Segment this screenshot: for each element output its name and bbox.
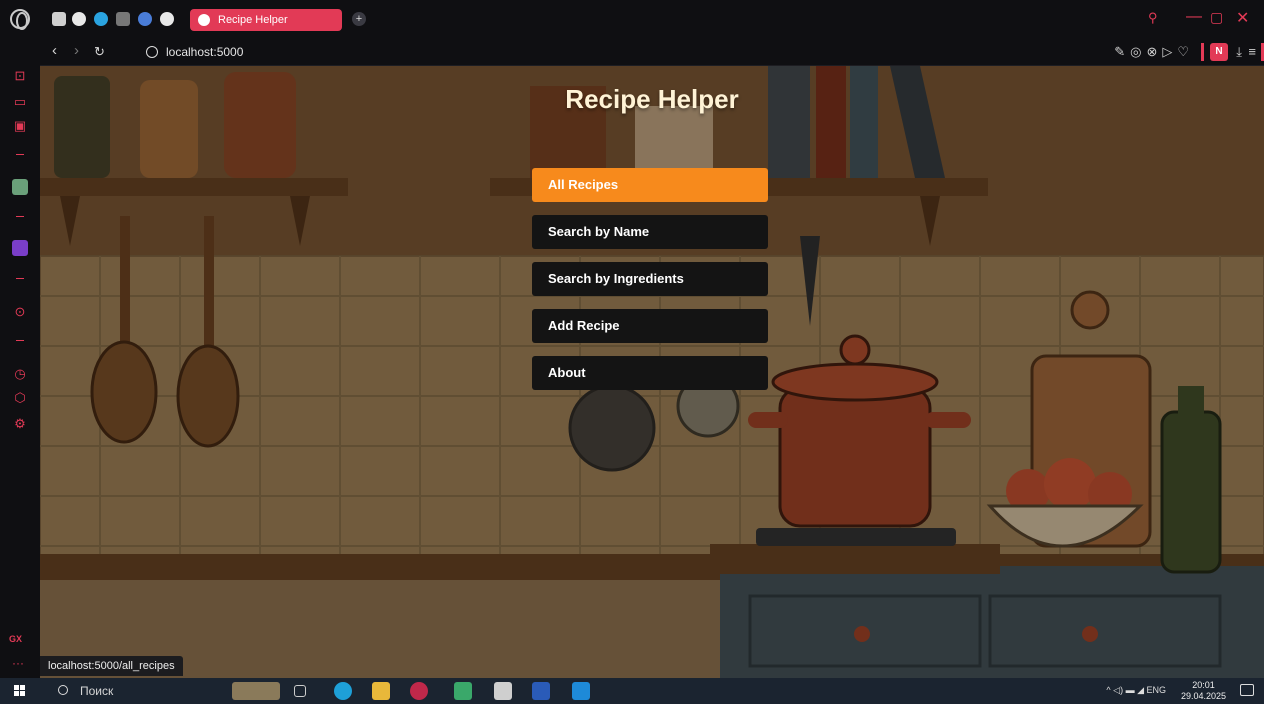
opera-gx-taskbar-icon[interactable]: [410, 682, 428, 700]
notification-center-icon[interactable]: [1240, 684, 1254, 696]
toolbar-accent-bar: [1201, 43, 1204, 61]
browser-sidebar: ⊡ ▭ ▣ ⊙ ◷ ⬡ ⚙ GX ···: [0, 38, 40, 678]
sidebar-cleaner-icon[interactable]: ▣: [12, 118, 28, 134]
browser-tab-strip: Recipe Helper + ⚲ — ▢ ✕: [0, 0, 1264, 38]
windows-taskbar: Поиск ^ ◁) ▬ ◢ ENG 20:01 29.04.2025: [0, 678, 1264, 704]
tab-favicon-icon: [198, 14, 210, 26]
taskbar-clock[interactable]: 20:01 29.04.2025: [1181, 680, 1226, 702]
url-field[interactable]: localhost:5000: [166, 45, 243, 59]
menu-icon[interactable]: ≡: [1248, 44, 1256, 59]
toolbar-icons[interactable]: ✎◎⊗▷♡: [1114, 44, 1194, 60]
site-info-icon[interactable]: [146, 46, 158, 58]
close-icon[interactable]: ✕: [1236, 8, 1249, 28]
tray-icons[interactable]: ^ ◁) ▬ ◢: [1106, 685, 1144, 696]
maximize-icon[interactable]: ▢: [1210, 9, 1223, 26]
search-tabs-icon[interactable]: ⚲: [1148, 10, 1158, 26]
search-by-name-button[interactable]: Search by Name: [532, 215, 768, 249]
reload-icon[interactable]: ↻: [94, 44, 105, 60]
pinned-tab-icon[interactable]: [52, 12, 66, 26]
sidebar-aria-icon[interactable]: ⊡: [12, 68, 28, 84]
search-icon: [58, 685, 68, 695]
tab-title: Recipe Helper: [218, 14, 288, 26]
taskbar-search-placeholder: Поиск: [80, 684, 114, 698]
minimize-icon[interactable]: —: [1186, 8, 1202, 26]
download-icon[interactable]: ⤓: [1236, 44, 1242, 60]
sidebar-app-icon[interactable]: [12, 179, 28, 195]
pinned-bird-icon[interactable]: [138, 12, 152, 26]
word-icon[interactable]: [532, 682, 550, 700]
pinned-circle-icon[interactable]: [160, 12, 174, 26]
sidebar-divider: [16, 278, 24, 279]
sidebar-more-icon[interactable]: ···: [12, 656, 24, 670]
all-recipes-button[interactable]: All Recipes: [532, 168, 768, 202]
search-by-ingredients-button[interactable]: Search by Ingredients: [532, 262, 768, 296]
clock-time: 20:01: [1192, 680, 1215, 690]
page-title: Recipe Helper: [565, 84, 739, 114]
back-icon[interactable]: ‹: [52, 42, 57, 59]
sidebar-divider: [16, 340, 24, 341]
address-bar: ‹ › ↻ localhost:5000 ✎◎⊗▷♡ N ⤓ ≡: [40, 38, 1264, 66]
sidebar-divider: [16, 154, 24, 155]
sidebar-gx-label[interactable]: GX: [9, 634, 22, 644]
page-viewport: Recipe Helper All Recipes Search by Name…: [40, 66, 1264, 678]
link-status-url: localhost:5000/all_recipes: [40, 656, 183, 676]
sidebar-extensions-icon[interactable]: ⬡: [12, 390, 28, 406]
sidebar-history-icon[interactable]: ◷: [12, 366, 28, 382]
opera-logo-icon[interactable]: [10, 9, 30, 30]
vscode-icon[interactable]: [572, 682, 590, 700]
add-recipe-button[interactable]: Add Recipe: [532, 309, 768, 343]
github-icon[interactable]: [72, 12, 86, 26]
profile-avatar[interactable]: N: [1210, 43, 1228, 61]
task-view-icon[interactable]: [294, 685, 306, 697]
terminal-icon[interactable]: [494, 682, 512, 700]
sidebar-gamer-icon[interactable]: ▭: [12, 94, 28, 110]
active-tab[interactable]: Recipe Helper: [190, 9, 342, 31]
about-button[interactable]: About: [532, 356, 768, 390]
telegram-icon[interactable]: [94, 12, 108, 26]
clock-date: 29.04.2025: [1180, 691, 1226, 701]
sidebar-settings-icon[interactable]: ⚙: [12, 416, 28, 432]
sidebar-twitch-icon[interactable]: [12, 240, 28, 256]
taskbar-search-input[interactable]: Поиск: [44, 680, 220, 702]
sidebar-divider: [16, 216, 24, 217]
new-tab-button[interactable]: +: [352, 12, 366, 26]
sidebar-player-icon[interactable]: ⊙: [12, 304, 28, 320]
taskbar-news-widget-icon[interactable]: [232, 682, 280, 700]
input-language[interactable]: ENG: [1146, 685, 1166, 695]
edge-icon[interactable]: [334, 682, 352, 700]
taskbar-app-icon[interactable]: [454, 682, 472, 700]
file-explorer-icon[interactable]: [372, 682, 390, 700]
pinned-app-icon[interactable]: [116, 12, 130, 26]
windows-start-icon[interactable]: [14, 685, 26, 697]
forward-icon[interactable]: ›: [74, 42, 79, 59]
